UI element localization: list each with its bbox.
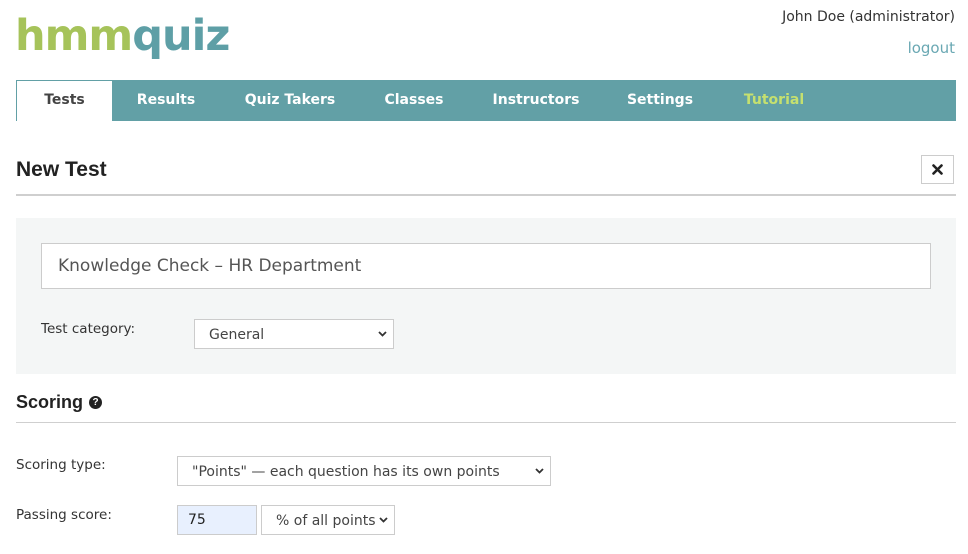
test-details-panel [16,218,956,374]
page-title: New Test [16,158,107,181]
chevron-down-icon [378,331,387,337]
test-category-select[interactable]: General [194,319,394,349]
tab-instructors[interactable]: Instructors [468,80,604,121]
title-divider [16,194,956,196]
tab-results[interactable]: Results [112,80,220,121]
scoring-section-title: Scoring ? [16,392,103,413]
scoring-divider [16,422,956,423]
tab-classes[interactable]: Classes [360,80,468,121]
scoring-title: Scoring [16,392,84,412]
question-circle-icon[interactable]: ? [89,396,103,409]
chevron-down-icon [379,517,388,523]
main-nav: Tests Results Quiz Takers Classes Instru… [16,80,956,121]
logout-link[interactable]: logout [908,39,955,57]
test-category-label: Test category: [41,321,136,337]
logo-part-hmm: hmm [15,11,133,61]
scoring-type-value: "Points" — each question has its own poi… [192,464,500,480]
scoring-type-select[interactable]: "Points" — each question has its own poi… [177,456,551,486]
passing-score-label: Passing score: [16,507,112,523]
test-category-value: General [209,327,265,343]
chevron-down-icon [535,468,544,474]
logo-part-quiz: quiz [132,11,230,61]
tab-quiz-takers[interactable]: Quiz Takers [220,80,360,121]
passing-score-input[interactable]: 75 [177,505,257,535]
hmmquiz-logo[interactable]: hmmquiz [15,11,230,61]
passing-score-unit-value: % of all points [276,513,376,529]
current-user: John Doe (administrator) [782,9,955,25]
passing-score-unit-select[interactable]: % of all points [261,505,395,535]
tab-tutorial[interactable]: Tutorial [716,80,832,121]
tab-settings[interactable]: Settings [604,80,716,121]
scoring-type-label: Scoring type: [16,457,106,473]
close-button[interactable] [921,155,954,184]
test-title-input[interactable]: Knowledge Check – HR Department [41,243,931,289]
close-icon [932,164,943,175]
tab-tests[interactable]: Tests [16,80,112,121]
